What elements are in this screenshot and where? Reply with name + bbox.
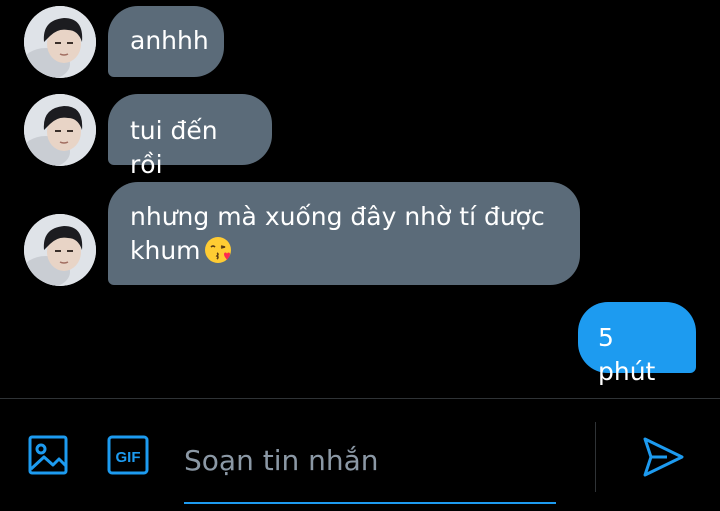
message-text-line: nhưng mà xuống đây nhờ tí được bbox=[130, 202, 545, 231]
add-image-button[interactable] bbox=[27, 433, 71, 477]
avatar[interactable] bbox=[24, 214, 96, 286]
message-bubble[interactable]: anhhh bbox=[108, 6, 224, 77]
message-input-wrapper bbox=[184, 430, 556, 506]
avatar[interactable] bbox=[24, 94, 96, 166]
face-blowing-kiss-emoji-icon bbox=[204, 237, 231, 263]
send-divider bbox=[595, 422, 596, 492]
send-button[interactable] bbox=[640, 434, 684, 478]
message-input-underline bbox=[184, 502, 556, 504]
message-text: anhhh bbox=[130, 26, 209, 55]
message-bubble[interactable]: tui đến rồi bbox=[108, 94, 272, 179]
avatar-photo bbox=[24, 6, 96, 78]
avatar-photo bbox=[24, 94, 96, 166]
message-bubble[interactable]: 5 phút bbox=[578, 302, 696, 386]
message-text: tui đến rồi bbox=[130, 116, 218, 179]
message-text: 5 phút bbox=[598, 323, 656, 386]
avatar-photo bbox=[24, 214, 96, 286]
avatar[interactable] bbox=[24, 6, 96, 78]
message-bubble[interactable]: nhưng mà xuống đây nhờ tí được khum bbox=[108, 182, 580, 285]
message-input[interactable] bbox=[184, 430, 556, 490]
message-text-line: khum bbox=[130, 234, 558, 268]
gif-icon: GIF bbox=[107, 435, 149, 475]
composer-divider bbox=[0, 398, 720, 399]
add-gif-button[interactable]: GIF bbox=[106, 433, 150, 477]
dm-conversation-screen: anhhh tui đến rồi nhưng mà xuống đây nhờ… bbox=[0, 0, 720, 511]
send-icon bbox=[643, 437, 684, 477]
message-text: khum bbox=[130, 236, 201, 265]
gif-label: GIF bbox=[116, 449, 141, 466]
image-icon bbox=[28, 435, 68, 475]
